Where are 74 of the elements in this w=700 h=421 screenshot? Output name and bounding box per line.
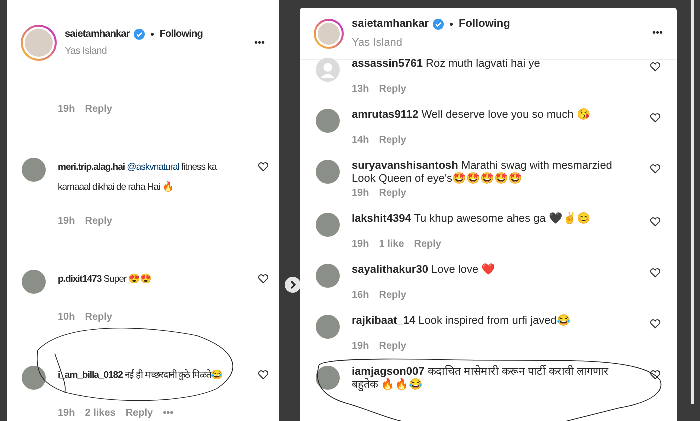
- comment-text: assassin5761 Roz muth lagvati hai ye: [352, 58, 542, 71]
- scrollbar[interactable]: [691, 0, 694, 404]
- avatar-placeholder: [316, 160, 340, 184]
- comment-meta[interactable]: 14h: [352, 133, 370, 148]
- location-link[interactable]: Yas Island: [352, 34, 644, 51]
- comment-meta[interactable]: 2 likes: [85, 408, 116, 420]
- comment-meta[interactable]: Reply: [85, 216, 112, 228]
- comment-text: suryavanshisantosh Marathi swag with mesmarzied Look Queen of eye's🤩🤩🤩🤩🤩: [352, 160, 614, 186]
- more-options-button[interactable]: •••: [254, 36, 265, 50]
- comment-meta[interactable]: 13h: [352, 82, 370, 97]
- comment-meta[interactable]: Reply: [85, 312, 112, 324]
- comment-username[interactable]: p.dixit1473: [58, 274, 102, 285]
- comment-meta[interactable]: 10h: [58, 312, 76, 324]
- comment-text: amrutas9112 Well deserve love you so much 😘: [352, 109, 592, 122]
- comment-username[interactable]: sayalithakur30: [352, 264, 428, 276]
- comment-meta[interactable]: 19h: [58, 216, 76, 228]
- like-heart-icon[interactable]: [258, 274, 269, 284]
- avatar-placeholder: [316, 366, 340, 390]
- comment-username[interactable]: meri.trip.alag.hai: [58, 162, 126, 173]
- comment-meta[interactable]: Reply: [85, 104, 112, 116]
- comment-username[interactable]: iamjagson007: [352, 366, 425, 378]
- profile-avatar: [21, 25, 57, 61]
- comment-username[interactable]: lakshit4394: [352, 213, 412, 225]
- comment-text: p.dixit1473 Super 😍😍: [58, 272, 153, 287]
- comment-meta[interactable]: 19h: [352, 237, 370, 252]
- comment-meta[interactable]: 19h: [352, 186, 370, 201]
- location-link[interactable]: Yas Island: [65, 44, 246, 59]
- comment-username[interactable]: assassin5761: [352, 58, 423, 70]
- comment-meta[interactable]: 16h: [352, 288, 370, 303]
- comment-meta[interactable]: Reply: [379, 82, 406, 97]
- avatar-placeholder: [316, 315, 340, 339]
- like-heart-icon[interactable]: [650, 164, 661, 174]
- comment-text: meri.trip.alag.hai @askvnatural fitness ka kamaaal dikhai de raha Hai 🔥: [58, 161, 218, 195]
- comment-username[interactable]: suryavanshisantosh: [352, 160, 458, 172]
- like-heart-icon[interactable]: [650, 113, 661, 123]
- verified-badge-icon: [433, 18, 444, 30]
- like-heart-icon[interactable]: [258, 370, 269, 380]
- verified-badge-icon: [134, 29, 145, 40]
- comment-text: sayalithakur30 Love love ❤: [352, 264, 497, 277]
- comment-meta[interactable]: 1 like: [379, 237, 404, 252]
- avatar-placeholder: [22, 270, 46, 294]
- like-heart-icon[interactable]: [650, 217, 661, 227]
- like-heart-icon[interactable]: [258, 162, 269, 172]
- comment-meta[interactable]: Reply: [379, 288, 406, 303]
- following-button[interactable]: Following: [459, 16, 510, 32]
- like-heart-icon[interactable]: [650, 370, 661, 380]
- comment-meta[interactable]: 19h: [58, 408, 76, 420]
- comment-username[interactable]: amrutas9112: [352, 109, 419, 121]
- author-name[interactable]: saietamhankar: [65, 27, 130, 42]
- following-button[interactable]: Following: [160, 27, 203, 42]
- like-heart-icon[interactable]: [650, 62, 661, 72]
- more-options-button[interactable]: •••: [652, 26, 663, 41]
- comment-meta[interactable]: 19h: [352, 339, 370, 354]
- avatar-placeholder: [22, 158, 46, 182]
- comment-text: lakshit4394 Tu khup awesome ahes ga 🖤✌😊: [352, 213, 592, 226]
- comment-username[interactable]: rajkibaat_14: [352, 315, 416, 327]
- author-name[interactable]: saietamhankar: [352, 16, 430, 32]
- avatar-placeholder: [22, 366, 46, 390]
- avatar-placeholder: [316, 109, 340, 133]
- comment-meta[interactable]: Reply: [379, 339, 406, 354]
- like-heart-icon[interactable]: [650, 319, 661, 329]
- avatar-placeholder: [316, 213, 340, 237]
- comment-meta[interactable]: Reply: [126, 408, 154, 420]
- avatar-placeholder: [316, 264, 340, 288]
- comment-meta[interactable]: •••: [163, 408, 174, 420]
- comment-meta[interactable]: Reply: [379, 133, 406, 148]
- comment-meta[interactable]: 19h: [58, 104, 76, 116]
- like-heart-icon[interactable]: [650, 268, 661, 278]
- comment-text: rajkibaat_14 Look inspired from urfi javed😂: [352, 315, 572, 328]
- comment-meta[interactable]: Reply: [379, 186, 406, 201]
- comment-meta[interactable]: Reply: [414, 237, 442, 252]
- mention-link[interactable]: @askvnatural: [127, 162, 180, 173]
- profile-avatar: [314, 18, 344, 48]
- comment-text: iamjagson007 कदाचित मासेमारी करून पार्टी करावी लागणार बहुतेक 🔥🔥😂: [352, 366, 610, 392]
